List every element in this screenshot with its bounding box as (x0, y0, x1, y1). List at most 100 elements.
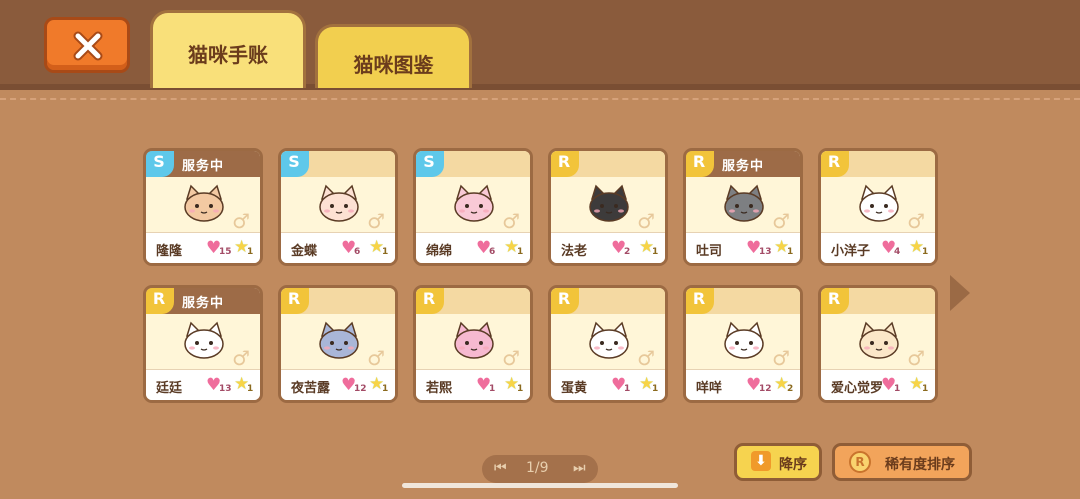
affection-count: 13 (219, 384, 232, 394)
cat-card[interactable]: R ♂ 咩咩 ♥ 12 ★ 2 (683, 285, 803, 403)
cat-avatar-icon (454, 184, 494, 222)
card-footer: 蛋黄 ♥ 1 ★ 1 (551, 369, 665, 400)
cat-avatar-icon (454, 321, 494, 359)
last-page-icon[interactable]: ⏭ (573, 460, 586, 476)
affection-count: 2 (624, 247, 631, 257)
male-gender-icon: ♂ (772, 209, 790, 233)
male-gender-icon: ♂ (637, 346, 655, 370)
tab-cat-journal-label: 猫咪手账 (188, 43, 268, 67)
cat-name: 若熙 (426, 381, 453, 396)
arrow-down-icon: ⬇ (751, 451, 771, 471)
rarity-badge: R (551, 288, 579, 314)
male-gender-icon: ♂ (502, 209, 520, 233)
next-page-arrow-icon[interactable] (950, 275, 970, 311)
affection-count: 6 (489, 247, 496, 257)
male-gender-icon: ♂ (232, 209, 250, 233)
affection-count: 1 (894, 384, 901, 394)
stitch-divider (0, 98, 1080, 100)
cat-name: 蛋黄 (561, 381, 588, 396)
card-footer: 夜苦露 ♥ 12 ★ 1 (281, 369, 395, 400)
affection-count: 4 (894, 247, 901, 257)
status-badge: 服务中 (182, 296, 225, 311)
cat-name: 小洋子 (831, 244, 871, 259)
card-footer: 隆隆 ♥ 15 ★ 1 (146, 232, 260, 263)
cat-card[interactable]: S ♂ 绵绵 ♥ 6 ★ 1 (413, 148, 533, 266)
home-indicator (402, 483, 678, 488)
first-page-icon[interactable]: ⏮ (494, 460, 507, 476)
rarity-badge: S (416, 151, 444, 177)
rarity-r-icon: R (849, 451, 871, 473)
cat-card[interactable]: R ♂ 蛋黄 ♥ 1 ★ 1 (548, 285, 668, 403)
star-count: 1 (517, 384, 524, 394)
affection-count: 6 (354, 247, 361, 257)
cat-card[interactable]: R ♂ 小洋子 ♥ 4 ★ 1 (818, 148, 938, 266)
sort-by-rarity-label: 稀有度排序 (885, 457, 955, 473)
rarity-badge: R (416, 288, 444, 314)
star-count: 2 (787, 384, 794, 394)
cat-card[interactable]: R ♂ 夜苦露 ♥ 12 ★ 1 (278, 285, 398, 403)
card-footer: 吐司 ♥ 13 ★ 1 (686, 232, 800, 263)
cat-card[interactable]: R ♂ 爱心觉罗 ♥ 1 ★ 1 (818, 285, 938, 403)
cat-avatar-icon (859, 321, 899, 359)
cat-name: 法老 (561, 244, 588, 259)
star-count: 1 (922, 247, 929, 257)
star-count: 1 (517, 247, 524, 257)
card-footer: 咩咩 ♥ 12 ★ 2 (686, 369, 800, 400)
star-count: 1 (922, 384, 929, 394)
male-gender-icon: ♂ (367, 209, 385, 233)
cat-name: 咩咩 (696, 381, 723, 396)
cat-avatar-icon (589, 321, 629, 359)
rarity-badge: S (281, 151, 309, 177)
cat-card[interactable]: S 服务中 ♂ 隆隆 ♥ 15 ★ 1 (143, 148, 263, 266)
affection-count: 12 (354, 384, 367, 394)
close-button[interactable] (44, 17, 130, 73)
cat-avatar-icon (724, 184, 764, 222)
card-footer: 绵绵 ♥ 6 ★ 1 (416, 232, 530, 263)
cat-card[interactable]: S ♂ 金蝶 ♥ 6 ★ 1 (278, 148, 398, 266)
star-count: 1 (382, 247, 389, 257)
male-gender-icon: ♂ (772, 346, 790, 370)
status-badge: 服务中 (722, 159, 765, 174)
rarity-badge: R (821, 151, 849, 177)
cat-name: 吐司 (696, 244, 723, 259)
close-x-icon (73, 31, 103, 61)
male-gender-icon: ♂ (907, 209, 925, 233)
male-gender-icon: ♂ (907, 346, 925, 370)
cat-card[interactable]: R ♂ 法老 ♥ 2 ★ 1 (548, 148, 668, 266)
card-footer: 金蝶 ♥ 6 ★ 1 (281, 232, 395, 263)
star-count: 1 (787, 247, 794, 257)
affection-count: 12 (759, 384, 772, 394)
card-footer: 廷廷 ♥ 13 ★ 1 (146, 369, 260, 400)
cat-avatar-icon (184, 184, 224, 222)
card-footer: 法老 ♥ 2 ★ 1 (551, 232, 665, 263)
tab-cat-encyclopedia-label: 猫咪图鉴 (353, 53, 434, 77)
rarity-badge: R (686, 151, 714, 177)
cat-avatar-icon (319, 184, 359, 222)
cat-name: 隆隆 (156, 244, 183, 259)
rarity-badge: S (146, 151, 174, 177)
cat-name: 绵绵 (426, 244, 453, 259)
male-gender-icon: ♂ (502, 346, 520, 370)
tab-cat-encyclopedia[interactable]: 猫咪图鉴 (315, 24, 472, 88)
star-count: 1 (652, 247, 659, 257)
cat-avatar-icon (589, 184, 629, 222)
status-badge: 服务中 (182, 159, 225, 174)
star-count: 1 (247, 384, 254, 394)
star-count: 1 (382, 384, 389, 394)
sort-by-rarity-button[interactable]: R 稀有度排序 (832, 443, 972, 481)
tab-cat-journal[interactable]: 猫咪手账 (150, 10, 306, 88)
cat-name: 夜苦露 (291, 381, 331, 396)
card-footer: 小洋子 ♥ 4 ★ 1 (821, 232, 935, 263)
star-count: 1 (247, 247, 254, 257)
male-gender-icon: ♂ (367, 346, 385, 370)
male-gender-icon: ♂ (637, 209, 655, 233)
affection-count: 1 (489, 384, 496, 394)
cat-name: 爱心觉罗 (831, 381, 884, 396)
cat-card[interactable]: R 服务中 ♂ 吐司 ♥ 13 ★ 1 (683, 148, 803, 266)
cat-card[interactable]: R ♂ 若熙 ♥ 1 ★ 1 (413, 285, 533, 403)
sort-descending-label: 降序 (779, 457, 807, 473)
sort-descending-button[interactable]: ⬇ 降序 (734, 443, 822, 481)
rarity-badge: R (821, 288, 849, 314)
rarity-badge: R (551, 151, 579, 177)
cat-card[interactable]: R 服务中 ♂ 廷廷 ♥ 13 ★ 1 (143, 285, 263, 403)
